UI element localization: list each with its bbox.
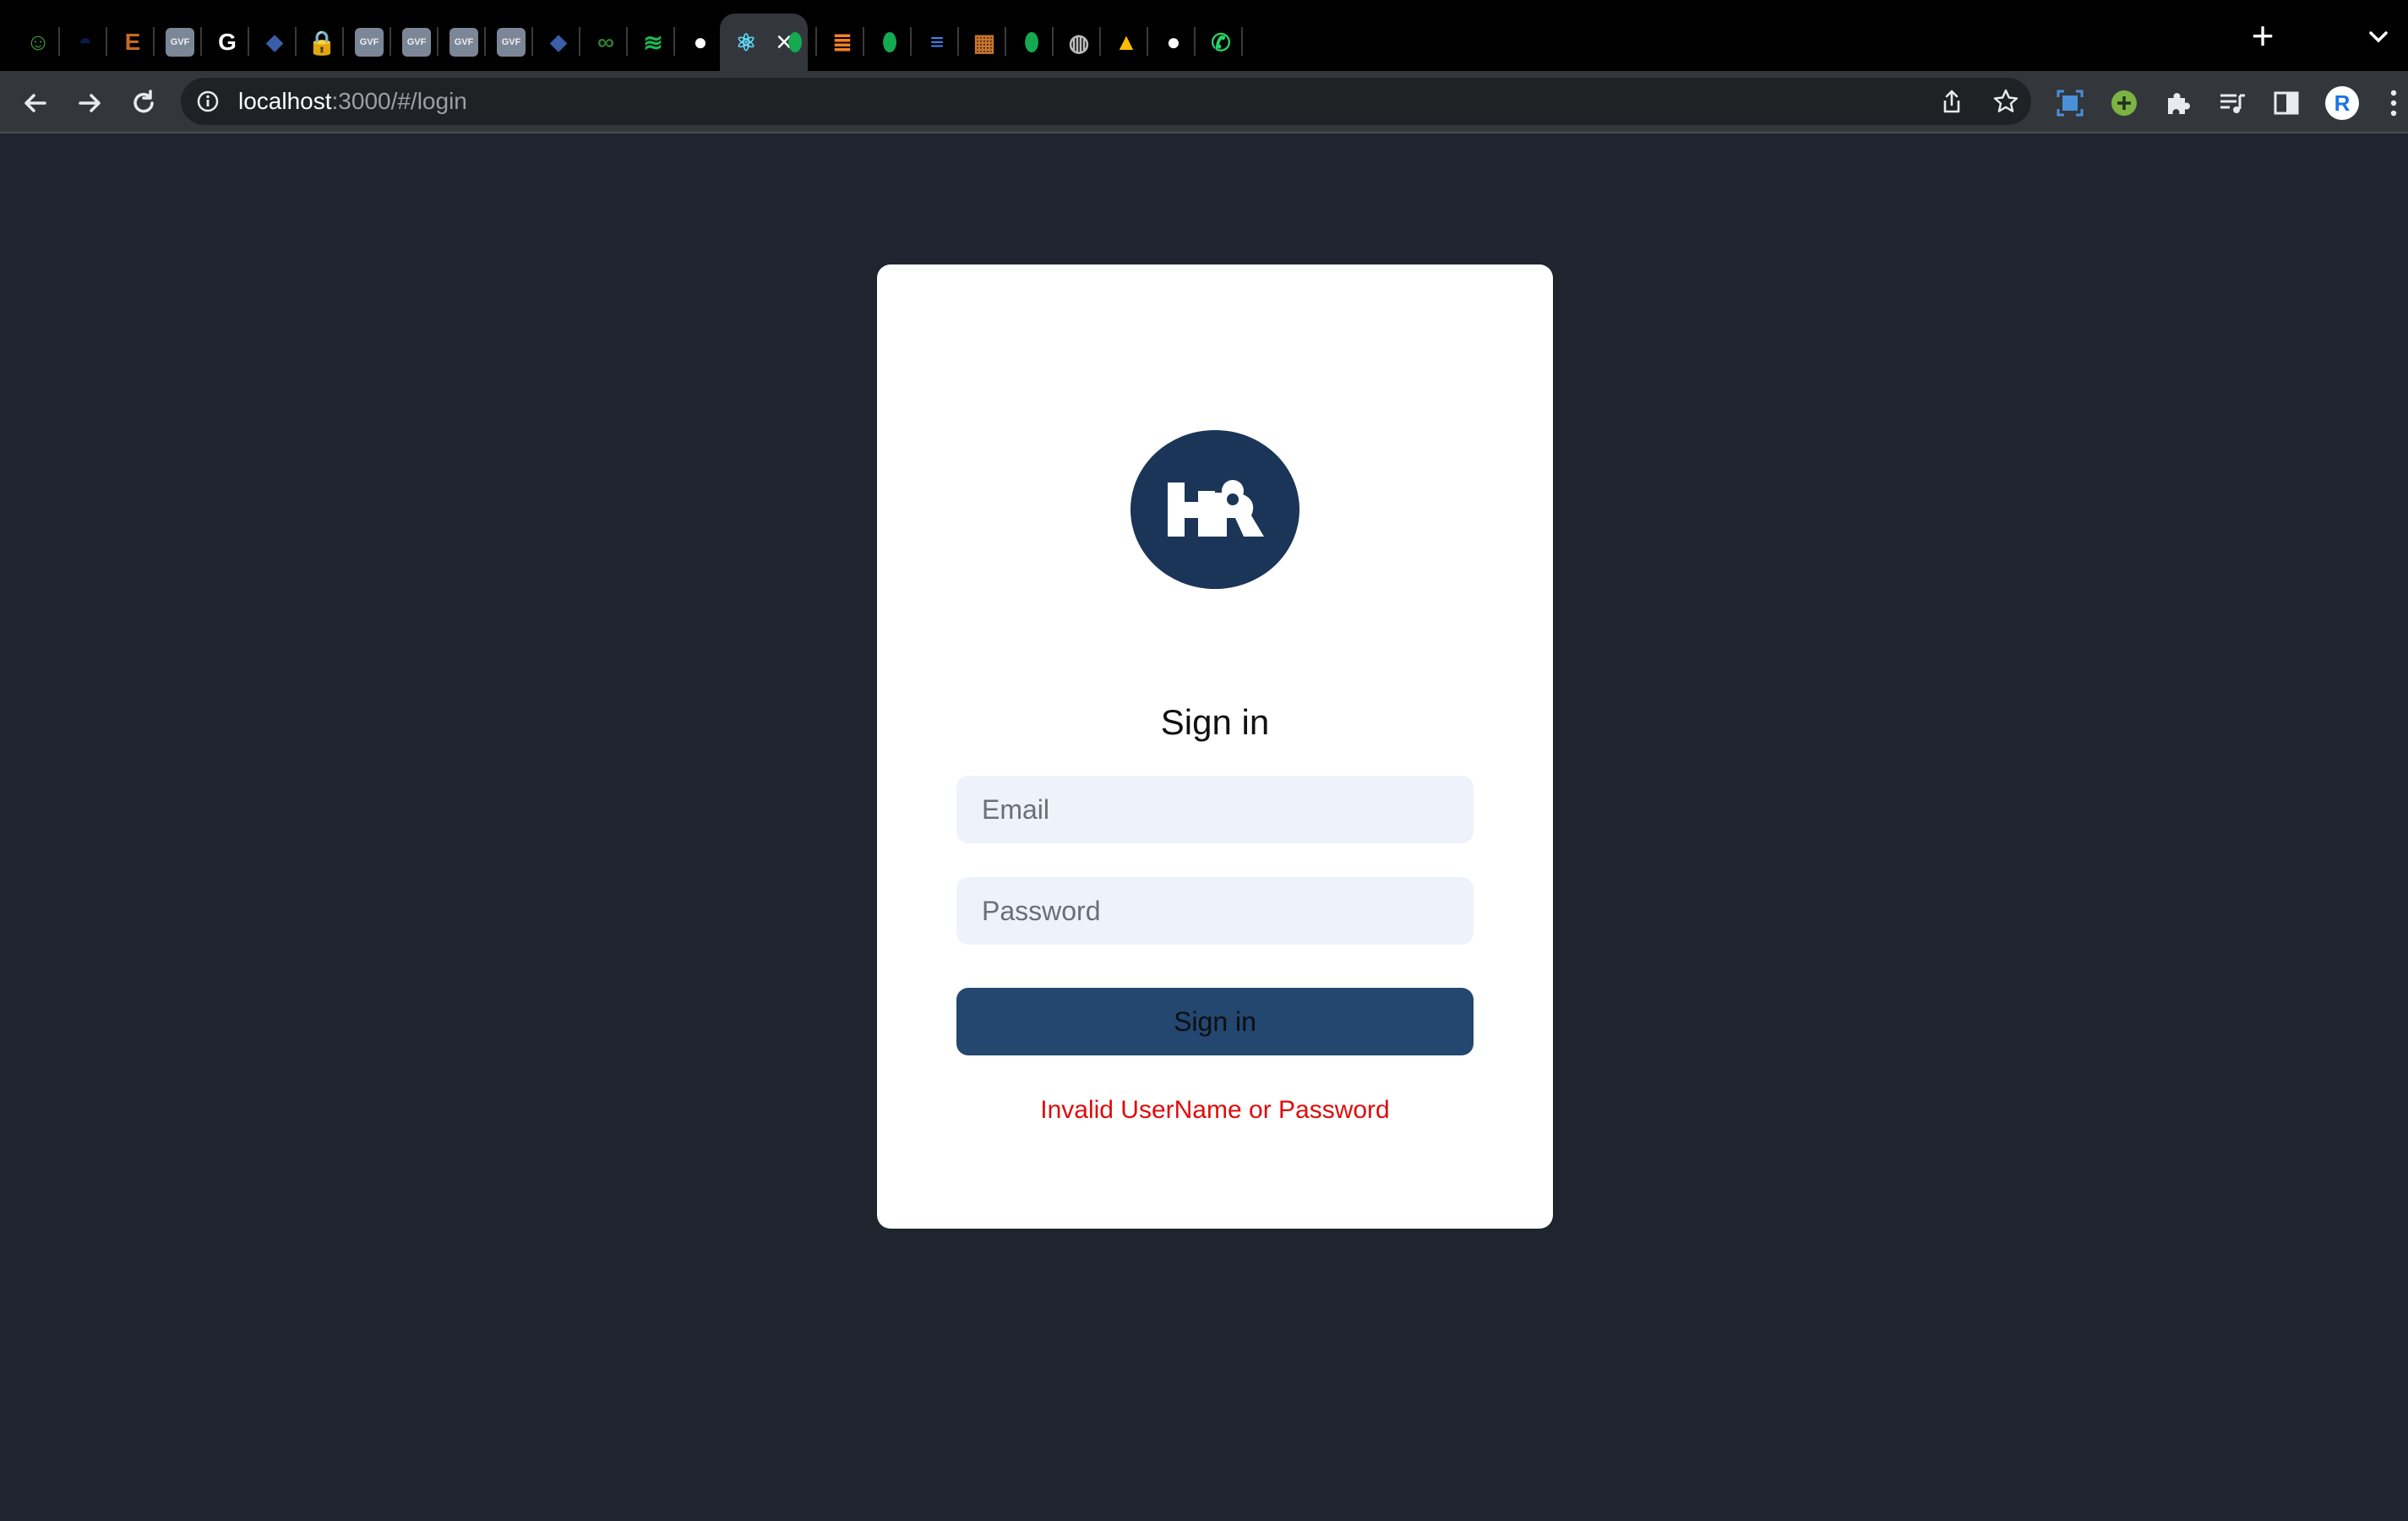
whatsapp-icon: ✆ <box>1211 29 1231 56</box>
browser-tab[interactable]: ⬥tr <box>248 14 296 71</box>
mongodb-leaf-icon: ⬮ <box>1024 28 1039 55</box>
forward-arrow-icon <box>79 94 101 112</box>
tab-search-chevron-icon[interactable] <box>2366 24 2391 49</box>
gvf-icon: GVF <box>497 28 526 57</box>
gvf-icon: GVF <box>166 28 194 57</box>
browser-tab[interactable]: EPe <box>106 14 154 71</box>
browser-tab[interactable]: ⬥ex <box>532 14 580 71</box>
browser-tab[interactable]: ⬮W <box>1005 14 1053 71</box>
lock-icon: 🔒 <box>307 29 337 56</box>
browser-tab[interactable]: ⬮Er <box>769 14 816 71</box>
url-text: localhost:3000/#/login <box>238 88 467 115</box>
browser-tab[interactable]: GVFST <box>390 14 438 71</box>
graduation-cap-icon: ⬥ <box>266 28 283 55</box>
spotify-icon: ≋ <box>643 29 663 56</box>
gvf-icon: GVF <box>449 28 478 57</box>
side-panel-button[interactable] <box>2269 86 2303 120</box>
browser-tab[interactable]: ●Sc <box>1147 14 1195 71</box>
extensions-button[interactable] <box>2161 86 2195 120</box>
side-panel-icon <box>2274 91 2299 115</box>
plus-circle-icon <box>2111 90 2137 116</box>
browser-tab[interactable]: GVFGi <box>154 14 201 71</box>
browser-tab[interactable]: ●Ra <box>674 14 722 71</box>
media-controls-button[interactable] <box>2215 86 2249 120</box>
green-plus-extension-button[interactable] <box>2107 86 2141 120</box>
browser-tab[interactable]: GVFEr <box>438 14 485 71</box>
profile-avatar[interactable]: R <box>2325 86 2359 120</box>
playlist-music-icon <box>2220 94 2245 113</box>
emoji-face-icon: ☺ <box>25 29 51 55</box>
back-button[interactable] <box>17 84 54 122</box>
screen-capture-icon <box>2057 90 2084 117</box>
browser-tab[interactable]: GVFSC <box>485 14 532 71</box>
url-host: localhost <box>238 88 332 114</box>
reload-icon <box>133 90 154 113</box>
gvf-icon: GVF <box>402 28 431 57</box>
infinity-icon: ∞ <box>597 29 614 55</box>
docs-icon: ≡ <box>929 29 945 55</box>
browser-tab[interactable]: ≡Di <box>911 14 958 71</box>
browser-toolbar: localhost:3000/#/login R <box>0 71 2408 134</box>
browser-tab[interactable]: ≋Sp <box>627 14 674 71</box>
browser-tab[interactable]: GVFPl <box>343 14 390 71</box>
browser-tab[interactable]: ▦H <box>958 14 1005 71</box>
share-icon[interactable] <box>1938 88 1965 115</box>
new-tab-button[interactable]: + <box>2244 16 2281 56</box>
email-field[interactable] <box>956 776 1474 843</box>
reload-button[interactable] <box>125 84 162 122</box>
address-bar[interactable]: localhost:3000/#/login <box>181 78 2031 125</box>
browser-tab[interactable]: Gse <box>201 14 248 71</box>
browser-tab[interactable]: ∞H <box>580 14 627 71</box>
sign-in-button[interactable]: Sign in <box>956 988 1474 1055</box>
stack-overflow-icon: ≣ <box>832 29 853 56</box>
browser-tab[interactable]: ◍Ca <box>1053 14 1100 71</box>
error-message: Invalid UserName or Password <box>1040 1096 1390 1124</box>
browser-tab[interactable]: 🔒Se <box>296 14 343 71</box>
browser-tab[interactable]: ✆(4 <box>1195 14 1242 71</box>
react-icon: ⚛ <box>735 29 757 56</box>
mongodb-leaf-icon: ⬮ <box>787 28 803 55</box>
browser-tab[interactable]: ☺[2 <box>12 14 59 71</box>
browser-tab[interactable]: ◓Co <box>59 14 106 71</box>
screen-capture-extension-button[interactable] <box>2053 86 2087 120</box>
sign-in-heading: Sign in <box>1160 702 1270 742</box>
github-icon: ● <box>693 29 708 55</box>
mongodb-leaf-icon: ⬮ <box>882 28 897 55</box>
google-drive-icon: ▲ <box>1114 29 1138 55</box>
site-info-icon[interactable] <box>196 90 220 113</box>
browser-menu-icon[interactable] <box>2381 86 2406 120</box>
hr-logo <box>1130 430 1299 589</box>
forward-button[interactable] <box>71 84 108 122</box>
browser-tab[interactable]: ≣nc <box>816 14 864 71</box>
browser-tab[interactable]: ▲Sc <box>1100 14 1147 71</box>
letter-e-icon: E <box>124 29 141 55</box>
puzzle-piece-icon <box>2168 93 2190 114</box>
github-icon: ● <box>1166 29 1181 55</box>
login-card: Sign in Sign in Invalid UserName or Pass… <box>877 264 1553 1229</box>
google-icon: G <box>218 29 237 55</box>
password-field[interactable] <box>956 877 1474 945</box>
gvf-icon: GVF <box>355 28 384 57</box>
back-arrow-icon <box>25 94 46 112</box>
tab-separator <box>1241 27 1243 56</box>
url-path: :3000/#/login <box>331 88 467 114</box>
profile-hat-icon: ◓ <box>78 29 93 55</box>
browser-tab-strip: ☺[2◓CoEPeGVFGiGse⬥tr🔒SeGVFPlGVFSTGVFErGV… <box>0 0 2408 71</box>
graduation-cap-icon: ⬥ <box>550 28 567 55</box>
blocks-icon: ▦ <box>972 29 996 56</box>
bookmark-star-icon[interactable] <box>1992 88 2019 115</box>
browser-tab[interactable]: ⬮D <box>864 14 911 71</box>
globe-icon: ◍ <box>1068 29 1090 56</box>
